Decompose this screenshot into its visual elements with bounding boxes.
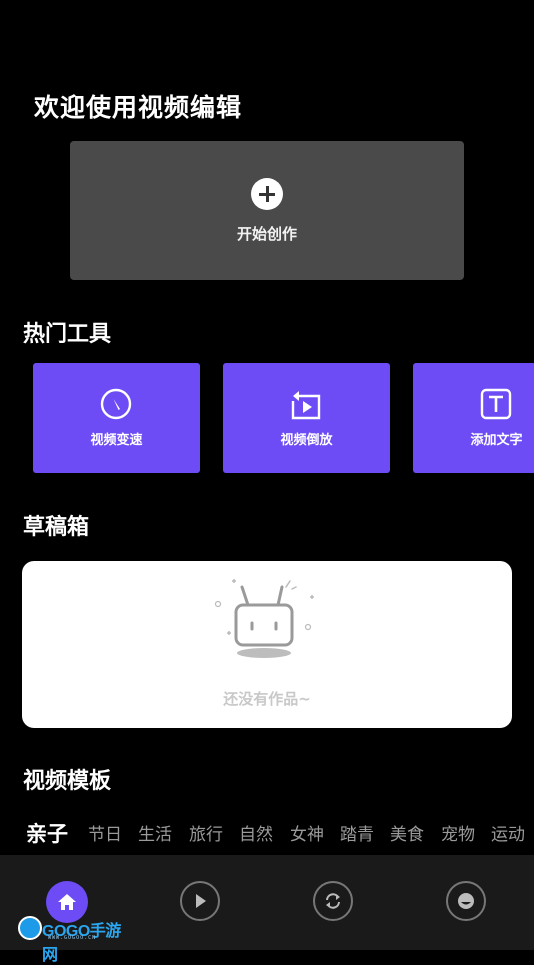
- speed-dial-icon: [100, 388, 132, 420]
- drafts-empty-text: 还没有作品~: [223, 690, 311, 708]
- home-icon: [58, 894, 76, 910]
- empty-tv-icon: [214, 579, 314, 658]
- drafts-title: 草稿箱: [23, 515, 90, 540]
- text-box-icon: [480, 388, 512, 420]
- watermark-sub: WWW.GOGOO.CN: [48, 935, 97, 941]
- drafts-card: 还没有作品~: [22, 561, 512, 728]
- face-icon: [458, 893, 474, 909]
- welcome-title: 欢迎使用视频编辑: [34, 93, 243, 122]
- tool-video-reverse[interactable]: 视频倒放: [223, 363, 390, 473]
- nav-face-button[interactable]: [446, 881, 486, 921]
- tab-ziran[interactable]: 自然: [239, 820, 273, 845]
- tab-yundong[interactable]: 运动: [491, 820, 525, 845]
- tab-meishi[interactable]: 美食: [390, 820, 424, 845]
- tab-shenghuo[interactable]: 生活: [138, 820, 172, 845]
- watermark-logo: GOGO手游网 WWW.GOGOO.CN: [18, 916, 124, 964]
- tool-label: 视频变速: [90, 433, 143, 448]
- tool-label: 视频倒放: [280, 433, 333, 448]
- tool-video-speed[interactable]: 视频变速: [33, 363, 200, 473]
- reverse-play-icon: [291, 391, 321, 420]
- tab-taqing[interactable]: 踏青: [340, 820, 374, 845]
- tab-lvxing[interactable]: 旅行: [189, 820, 223, 845]
- template-tabs: 亲子 节日 生活 旅行 自然 女神 踏青 美食 宠物 运动: [0, 820, 534, 850]
- watermark-circle-icon: [18, 916, 42, 940]
- tool-add-text[interactable]: 添加文字: [413, 363, 534, 473]
- tab-chongwu[interactable]: 宠物: [441, 820, 475, 845]
- tab-nvshen[interactable]: 女神: [290, 820, 324, 845]
- tab-jieri[interactable]: 节日: [88, 820, 122, 845]
- refresh-icon: [326, 893, 340, 909]
- tab-qinzi[interactable]: 亲子: [26, 820, 68, 848]
- hot-tools-row: 视频变速 视频倒放 添加文字: [33, 363, 534, 473]
- start-create-label: 开始创作: [236, 225, 297, 243]
- watermark-text: GOGO手游网: [42, 923, 121, 964]
- hot-tools-title: 热门工具: [23, 322, 112, 347]
- templates-title: 视频模板: [23, 769, 112, 794]
- tool-label: 添加文字: [470, 433, 523, 448]
- start-create-card[interactable]: 开始创作: [70, 141, 464, 280]
- nav-refresh-button[interactable]: [313, 881, 353, 921]
- plus-circle-icon: [251, 178, 283, 210]
- play-icon: [196, 894, 206, 908]
- nav-play-button[interactable]: [180, 881, 220, 921]
